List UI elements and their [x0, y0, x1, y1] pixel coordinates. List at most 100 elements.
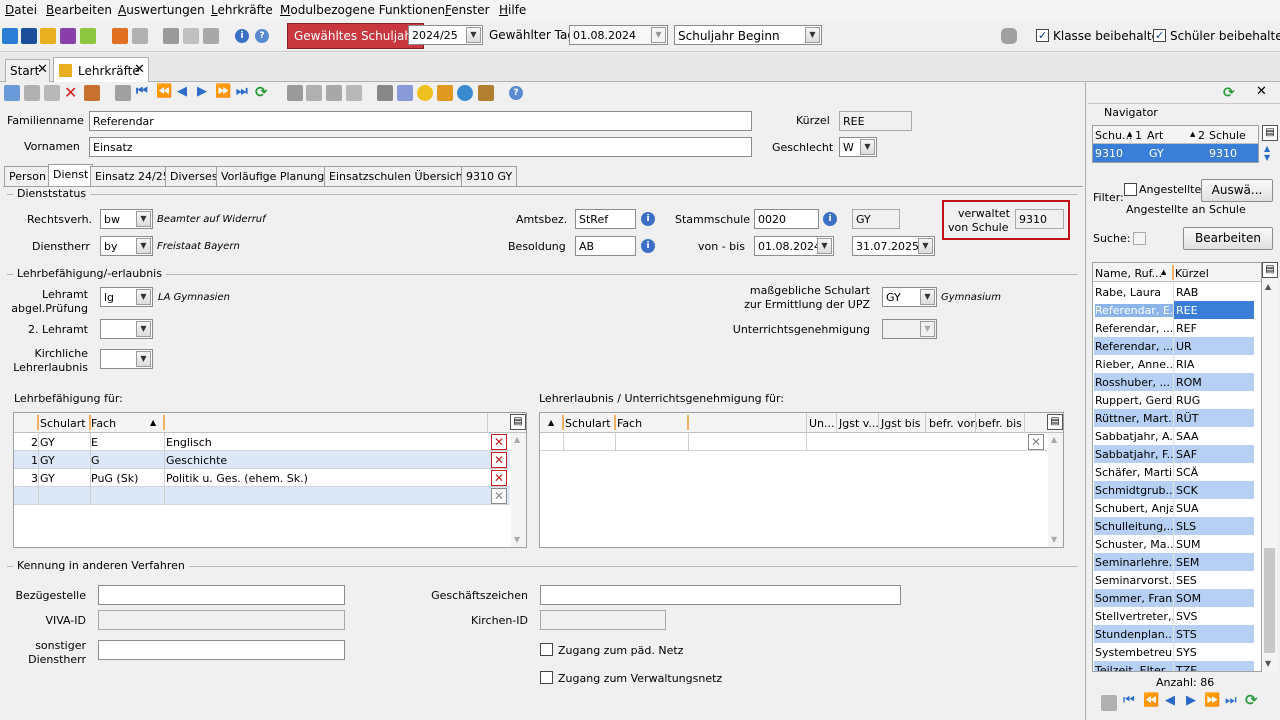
- delete-row-icon[interactable]: ✕: [491, 470, 507, 486]
- search-input[interactable]: [1133, 232, 1146, 245]
- auswahl-button[interactable]: Auswä...: [1201, 179, 1273, 202]
- lock-icon[interactable]: [1001, 28, 1017, 44]
- list-item[interactable]: Stellvertreter,...SVS: [1094, 607, 1254, 625]
- clock-icon[interactable]: [457, 85, 473, 101]
- keep-student-checkbox[interactable]: ✓: [1153, 29, 1166, 42]
- help-icon[interactable]: ?: [255, 29, 269, 43]
- chevron-down-icon[interactable]: ▼: [805, 27, 820, 43]
- column-chooser-icon[interactable]: ▤: [1262, 125, 1278, 141]
- close-icon[interactable]: ✕: [134, 62, 145, 77]
- next-record-icon[interactable]: ▶: [197, 84, 207, 99]
- list-item[interactable]: Systembetreu...SYS: [1094, 643, 1254, 661]
- chevron-down-icon[interactable]: ▼: [514, 535, 520, 544]
- menu-lehrkraefte[interactable]: Lehrkräfte: [211, 3, 273, 17]
- list-item[interactable]: Sommer, Franz SOM: [1094, 589, 1254, 607]
- delete-row-icon[interactable]: ✕: [491, 488, 507, 504]
- list-item[interactable]: Rabe, Laura RAB: [1094, 283, 1254, 301]
- chevron-down-icon[interactable]: ▼: [1265, 659, 1271, 668]
- list-item[interactable]: Referendar, ... REF: [1094, 319, 1254, 337]
- info-icon[interactable]: i: [235, 29, 249, 43]
- previous-record-icon[interactable]: ◀: [177, 84, 187, 99]
- refresh-icon[interactable]: ⟳: [255, 83, 268, 101]
- col-jgst-von[interactable]: Jgst v...: [839, 417, 879, 430]
- list-item[interactable]: Teilzeit, Elter... TZE: [1094, 661, 1254, 671]
- tab-vorlaeufige-planung[interactable]: Vorläufige Planung: [216, 166, 330, 186]
- period-select[interactable]: Schuljahr Beginn ▼: [674, 25, 822, 45]
- besoldung-field[interactable]: AB: [575, 236, 636, 256]
- table-row-new[interactable]: ✕: [540, 433, 1047, 451]
- menu-hilfe[interactable]: Hilfe: [499, 3, 526, 17]
- chevron-up-icon[interactable]: ▲: [1265, 282, 1271, 291]
- last-record-icon[interactable]: ⏭: [236, 84, 248, 99]
- undo-icon[interactable]: [44, 85, 60, 101]
- chevron-down-icon[interactable]: ▼: [1051, 535, 1057, 544]
- list-item[interactable]: Schäfer, Martin SCÄ: [1094, 463, 1254, 481]
- col-schulart[interactable]: Schulart: [40, 417, 86, 430]
- previous-record-icon[interactable]: ◀: [1165, 693, 1175, 708]
- next-page-icon[interactable]: ⏩: [1204, 693, 1220, 708]
- scrollbar-thumb[interactable]: [1264, 548, 1275, 653]
- table-row[interactable]: 2 GY E Englisch ✕: [14, 433, 510, 451]
- close-icon[interactable]: ✕: [1256, 84, 1267, 99]
- chevron-down-icon[interactable]: ▼: [136, 289, 151, 305]
- col-schulart[interactable]: Schulart: [565, 417, 611, 430]
- classes-icon[interactable]: [2, 28, 18, 44]
- chevron-down-icon[interactable]: ▼: [136, 211, 151, 227]
- list-item[interactable]: Schmidtgrub... SCK: [1094, 481, 1254, 499]
- schulart-select[interactable]: GY ▼: [882, 287, 937, 307]
- col-schule[interactable]: Schule: [1209, 129, 1246, 142]
- selected-year-button[interactable]: Gewähltes Schuljahr: [287, 23, 424, 49]
- delete-icon[interactable]: ✕: [64, 83, 77, 102]
- delete-row-icon[interactable]: ✕: [1028, 434, 1044, 450]
- col-art[interactable]: Art: [1147, 129, 1163, 142]
- lightbulb-icon[interactable]: [417, 85, 433, 101]
- list-item[interactable]: Sabbatjahr, A... SAA: [1094, 427, 1254, 445]
- col-jgst-bis[interactable]: Jgst bis: [881, 417, 921, 430]
- angestellte-checkbox[interactable]: [1124, 183, 1137, 196]
- chevron-up-icon[interactable]: ▲: [1264, 144, 1270, 153]
- next-record-icon[interactable]: ▶: [1186, 693, 1196, 708]
- bearbeiten-button[interactable]: Bearbeiten: [1183, 227, 1273, 250]
- delete-row-icon[interactable]: ✕: [491, 452, 507, 468]
- list-item[interactable]: Schulleitung,... SLS: [1094, 517, 1254, 535]
- teachers-icon[interactable]: [40, 28, 56, 44]
- short-field[interactable]: REE: [839, 111, 912, 131]
- col-befr-von[interactable]: befr. von: [929, 417, 977, 430]
- preview-icon[interactable]: [397, 85, 413, 101]
- column-chooser-icon[interactable]: ▤: [1262, 262, 1278, 278]
- chevron-down-icon[interactable]: ▼: [651, 27, 666, 43]
- chevron-down-icon[interactable]: ▼: [920, 321, 935, 337]
- tab-einsatz[interactable]: Einsatz 24/25: [90, 166, 175, 186]
- school-row[interactable]: 9310 GY 9310: [1093, 144, 1258, 162]
- tab-start[interactable]: Start ✕: [5, 59, 50, 82]
- copy-icon[interactable]: [115, 85, 131, 101]
- gz-field[interactable]: [540, 585, 901, 605]
- tab-diverses[interactable]: Diverses: [165, 166, 223, 186]
- chevron-down-icon[interactable]: ▼: [136, 321, 151, 337]
- col-name[interactable]: Name, Ruf...: [1095, 267, 1162, 280]
- lehramt2-select[interactable]: ▼: [100, 319, 153, 339]
- kirch-select[interactable]: ▼: [100, 349, 153, 369]
- close-icon[interactable]: ✕: [37, 62, 48, 77]
- lightning-icon[interactable]: [203, 28, 219, 44]
- delete-row-icon[interactable]: ✕: [491, 434, 507, 450]
- col-befr-bis[interactable]: befr. bis: [978, 417, 1022, 430]
- chevron-down-icon[interactable]: ▼: [466, 27, 481, 43]
- chevron-down-icon[interactable]: ▼: [860, 139, 875, 155]
- column-chooser-icon[interactable]: ▤: [1047, 414, 1063, 430]
- list-item[interactable]: Schubert, Anja SUA: [1094, 499, 1254, 517]
- info-icon[interactable]: i: [641, 239, 655, 253]
- refresh-icon[interactable]: ⟳: [1245, 691, 1258, 709]
- rooms-icon[interactable]: [21, 28, 37, 44]
- previous-page-icon[interactable]: ⏪: [156, 84, 172, 99]
- window-icon[interactable]: [183, 28, 199, 44]
- chevron-down-icon[interactable]: ▼: [136, 238, 151, 254]
- last-record-icon[interactable]: ⏭: [1225, 693, 1237, 708]
- list-item-selected[interactable]: Referendar, E... REE: [1094, 301, 1254, 319]
- menu-modulbezogene-funktionen[interactable]: Modulbezogene Funktionen: [280, 3, 445, 17]
- list-item[interactable]: Referendar, ... UR: [1094, 337, 1254, 355]
- verwaltungsnetz-checkbox[interactable]: [540, 671, 553, 684]
- bis-date-picker[interactable]: 31.07.2025 ▼: [852, 236, 935, 256]
- sonst-field[interactable]: [98, 640, 345, 660]
- menu-fenster[interactable]: Fenster: [445, 3, 490, 17]
